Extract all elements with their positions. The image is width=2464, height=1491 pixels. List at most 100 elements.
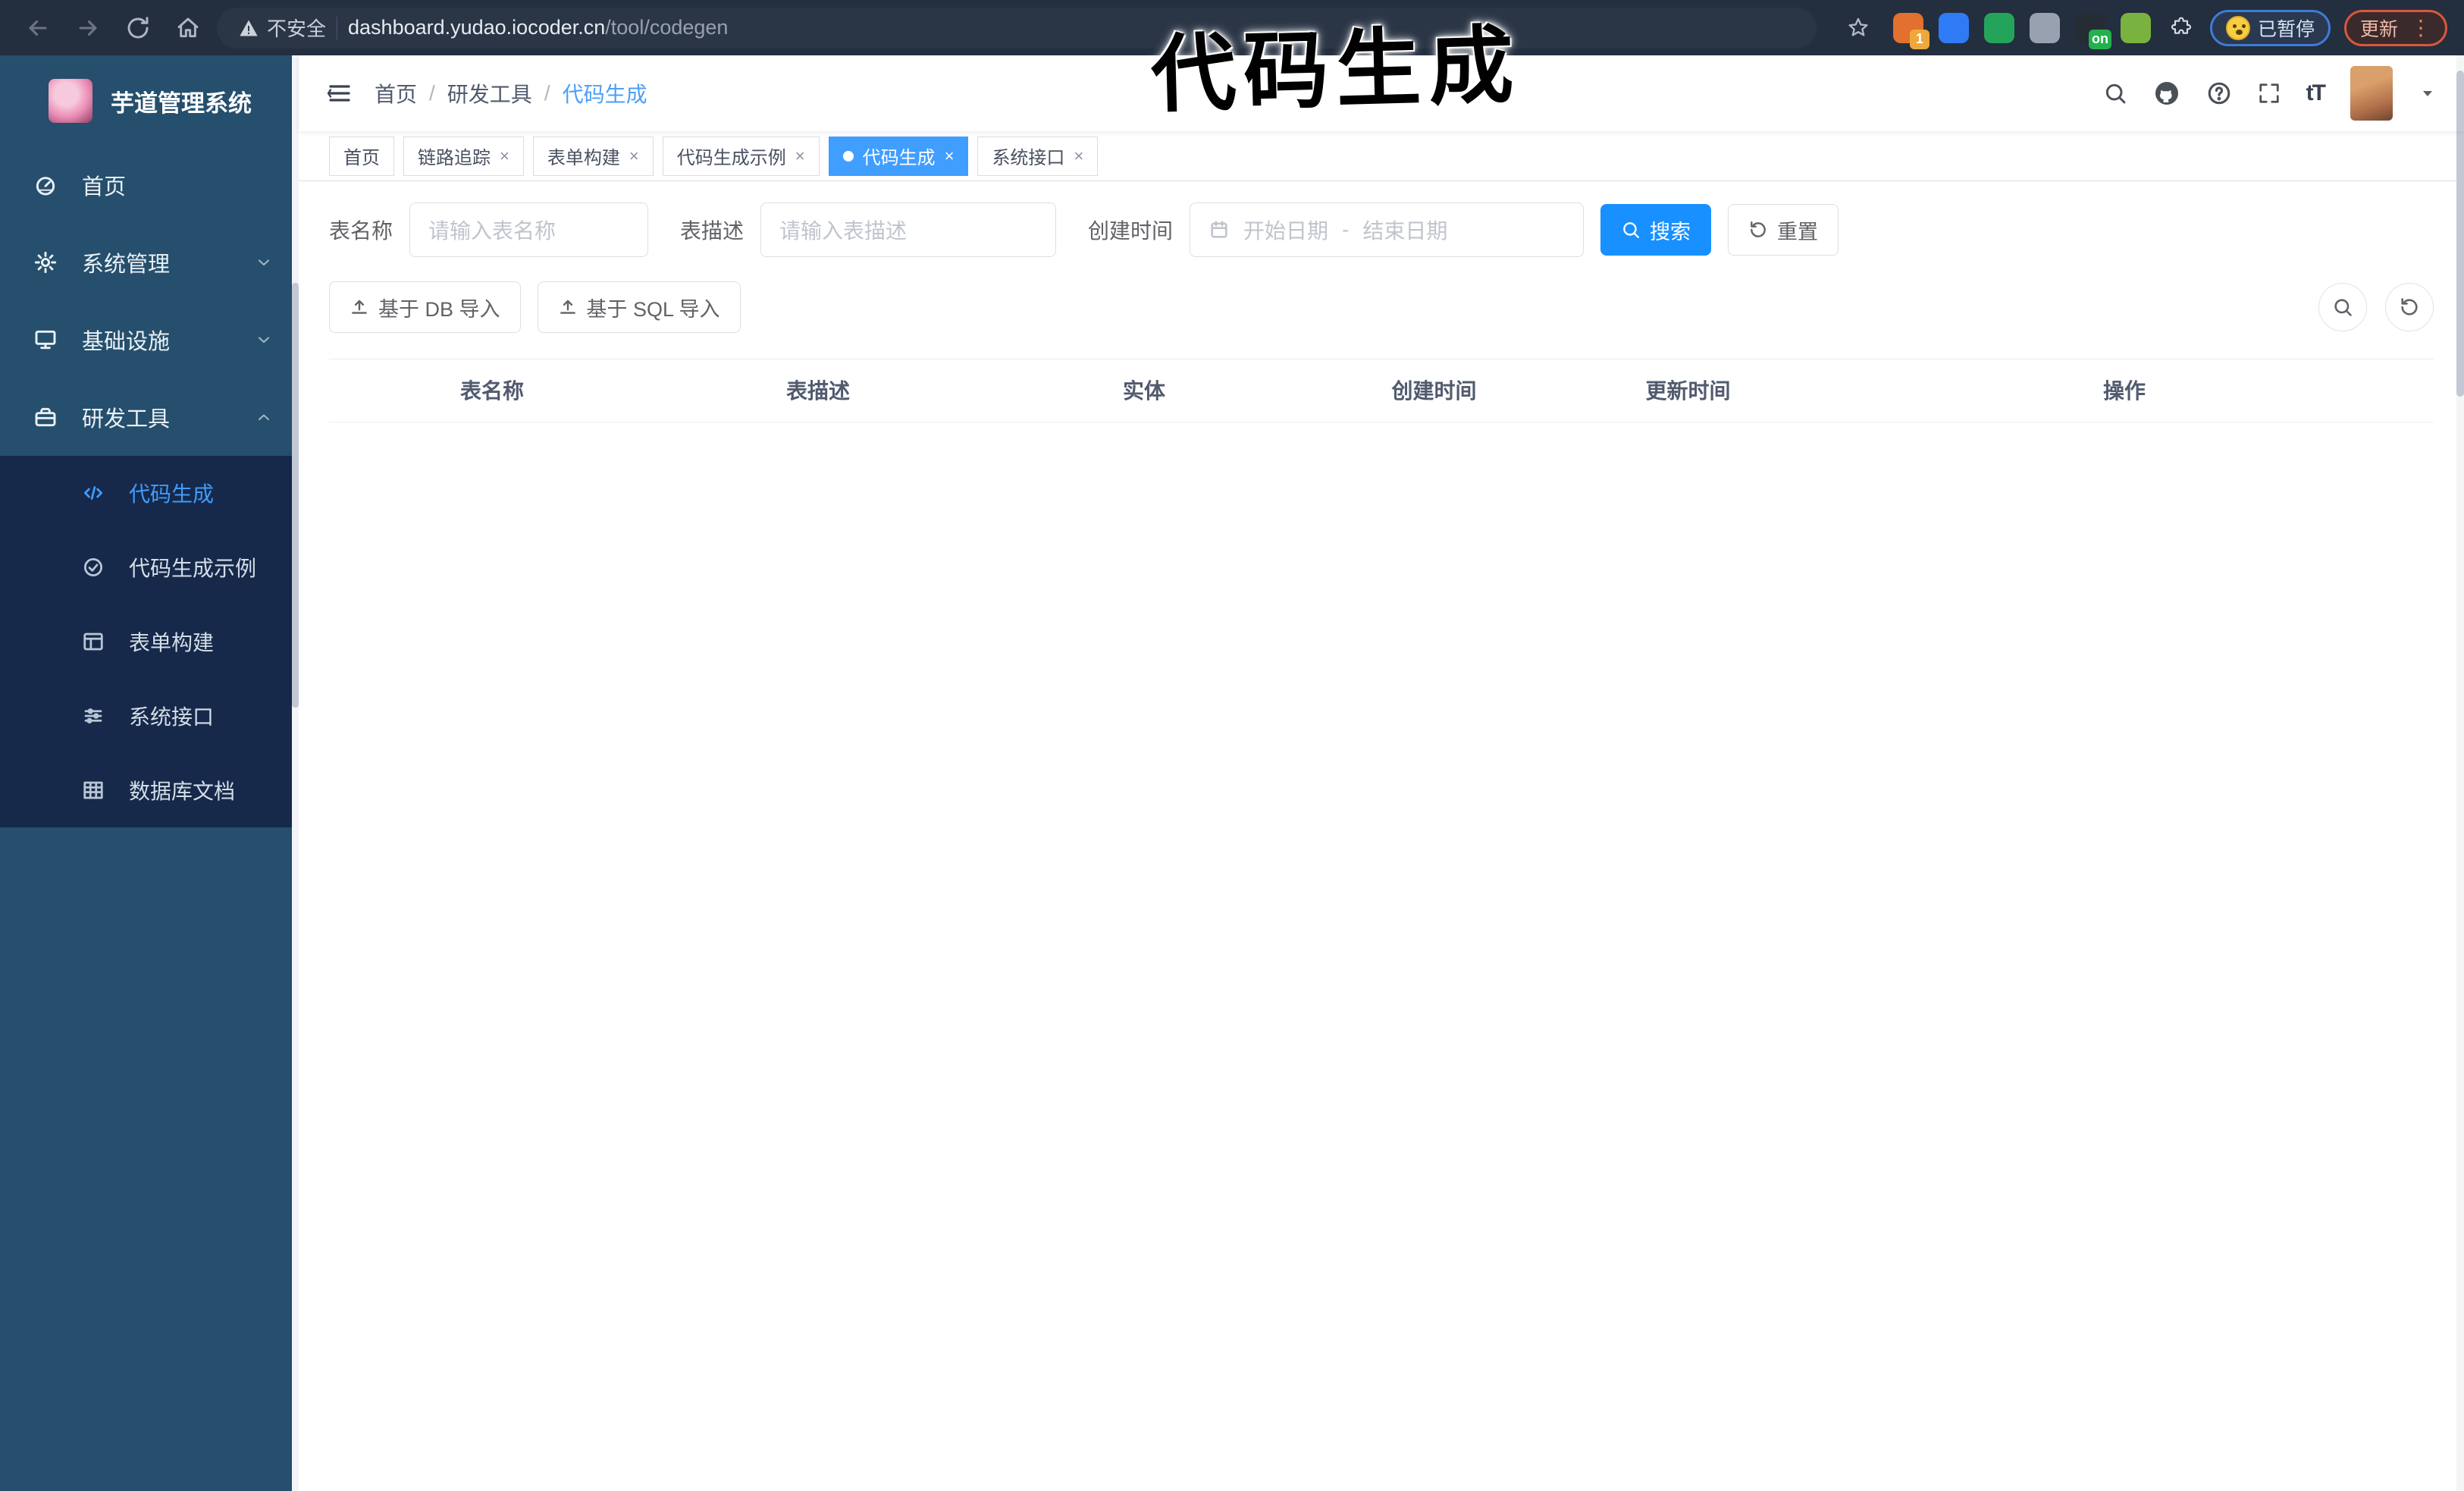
- tab-codegen-example[interactable]: 代码生成示例 ×: [662, 136, 820, 176]
- table-name-label: 表名称: [329, 219, 393, 243]
- search-icon[interactable]: [2103, 81, 2127, 105]
- tab-system-api[interactable]: 系统接口 ×: [977, 136, 1099, 176]
- fullscreen-icon[interactable]: [2258, 82, 2281, 105]
- breadcrumb-separator: /: [544, 81, 550, 105]
- column-header: 表描述: [655, 359, 981, 422]
- sidebar-item-infrastructure[interactable]: 基础设施: [0, 301, 299, 378]
- search-button-icon: [1621, 220, 1641, 240]
- close-tab-icon[interactable]: ×: [1074, 146, 1083, 166]
- extension-1-icon[interactable]: 1: [1892, 12, 1930, 49]
- extension-4-icon[interactable]: [2029, 12, 2060, 43]
- create-time-label: 创建时间: [1088, 219, 1174, 243]
- app-title: 芋道管理系统: [111, 89, 252, 117]
- warning-icon: [238, 17, 259, 39]
- close-tab-icon[interactable]: ×: [500, 146, 509, 166]
- tab-form-builder[interactable]: 表单构建 ×: [532, 136, 654, 176]
- tab-home[interactable]: 首页: [329, 136, 394, 176]
- help-icon[interactable]: [2206, 80, 2232, 106]
- date-range-picker[interactable]: 开始日期 - 结束日期: [1190, 202, 1585, 257]
- extension-2-icon[interactable]: [1938, 12, 1969, 43]
- breadcrumb: 首页 / 研发工具 / 代码生成: [375, 78, 647, 108]
- refresh-table-button[interactable]: [2385, 283, 2434, 331]
- breadcrumb-item[interactable]: 首页: [375, 78, 417, 108]
- tab-label: 代码生成示例: [676, 148, 786, 168]
- close-tab-icon[interactable]: ×: [945, 146, 955, 166]
- github-icon[interactable]: [2153, 80, 2180, 107]
- tab-label: 表单构建: [547, 148, 620, 168]
- reset-button[interactable]: 重置: [1728, 204, 1839, 256]
- app-logo-row[interactable]: 芋道管理系统: [0, 55, 299, 146]
- browser-forward-icon[interactable]: [67, 7, 109, 49]
- column-header: 实体: [981, 359, 1307, 422]
- close-tab-icon[interactable]: ×: [795, 146, 805, 166]
- sidebar-item-home[interactable]: 首页: [0, 146, 299, 224]
- sidebar-item-label: 研发工具: [82, 407, 171, 432]
- gear-icon: [33, 250, 58, 275]
- page-content: 表名称 请输入表名称 表描述 请输入表描述 创建时间 开始日期 - 结束日期 搜…: [299, 181, 2464, 1491]
- extension-7-icon[interactable]: [2166, 13, 2196, 43]
- sidebar-item-codegen[interactable]: 代码生成: [0, 456, 299, 530]
- tags-view-bar: 首页 链路追踪 × 表单构建 × 代码生成示例 × 代码生成 × 系统接口 ×: [299, 131, 2464, 181]
- sidebar-item-system-api[interactable]: 系统接口: [0, 679, 299, 753]
- upload-icon: [350, 297, 369, 317]
- end-date-placeholder: 结束日期: [1362, 219, 1448, 243]
- search-button[interactable]: 搜索: [1600, 204, 1712, 256]
- sidebar-item-dev-tools[interactable]: 研发工具: [0, 378, 299, 456]
- table-toolbar: 基于 DB 导入 基于 SQL 导入: [329, 281, 2434, 333]
- tab-tracer[interactable]: 链路追踪 ×: [403, 136, 524, 176]
- sidebar-item-label: 数据库文档: [129, 780, 236, 803]
- sidebar-item-form-builder[interactable]: 表单构建: [0, 604, 299, 679]
- chevron-up-icon: [255, 408, 273, 426]
- breadcrumb-item[interactable]: 研发工具: [447, 78, 532, 108]
- close-tab-icon[interactable]: ×: [629, 146, 639, 166]
- extension-3-icon[interactable]: [1983, 12, 2014, 43]
- table-desc-label: 表描述: [680, 219, 745, 243]
- bookmark-star-icon[interactable]: [1837, 7, 1879, 49]
- kebab-menu-icon[interactable]: ⋮: [2410, 17, 2431, 39]
- calendar-icon: [1208, 219, 1230, 240]
- range-separator: -: [1342, 218, 1350, 241]
- page-scrollbar[interactable]: [2456, 55, 2464, 1491]
- table-name-input[interactable]: 请输入表名称: [409, 202, 649, 257]
- browser-home-icon[interactable]: [167, 7, 209, 49]
- sidebar-scrollbar[interactable]: [292, 55, 299, 1491]
- emoji-face-icon: [2225, 15, 2250, 40]
- security-warning[interactable]: 不安全: [238, 14, 326, 42]
- page-url[interactable]: dashboard.yudao.iocoder.cn/tool/codegen: [348, 16, 728, 39]
- dev-tools-submenu: 代码生成代码生成示例表单构建 系统接口数据库文档: [0, 456, 299, 827]
- chevron-down-icon[interactable]: [2419, 84, 2437, 102]
- dashboard-icon: [33, 173, 58, 197]
- breadcrumb-item: 代码生成: [562, 83, 647, 106]
- address-bar[interactable]: 不安全 dashboard.yudao.iocoder.cn/tool/code…: [217, 7, 1817, 49]
- handwritten-annotation: 代码生成: [1149, 17, 1522, 123]
- sidebar-item-label: 系统管理: [82, 253, 171, 277]
- extension-5-icon[interactable]: on: [2074, 12, 2111, 49]
- font-size-icon[interactable]: tT: [2306, 80, 2326, 106]
- browser-back-icon[interactable]: [17, 7, 59, 49]
- sidebar: 芋道管理系统 首页系统管理基础设施研发工具代码生成代码生成示例表单构建 系统接口数…: [0, 55, 299, 1491]
- toggle-search-button[interactable]: [2318, 283, 2367, 331]
- tab-codegen[interactable]: 代码生成 ×: [828, 136, 969, 176]
- import-sql-button[interactable]: 基于 SQL 导入: [537, 281, 741, 333]
- form-icon: [82, 630, 105, 653]
- column-header: 表名称: [329, 359, 655, 422]
- update-label: 更新: [2359, 18, 2398, 40]
- sidebar-item-label: 代码生成示例: [129, 557, 257, 580]
- sidebar-item-db-doc[interactable]: 数据库文档: [0, 753, 299, 827]
- column-header: 更新时间: [1561, 359, 1815, 422]
- extension-badge: 1: [1909, 29, 1930, 49]
- profile-paused-chip[interactable]: 已暂停: [2209, 9, 2331, 46]
- monitor-icon: [33, 328, 58, 352]
- chrome-update-chip[interactable]: 更新 ⋮: [2343, 9, 2447, 46]
- hamburger-icon[interactable]: [326, 80, 353, 107]
- extension-6-icon[interactable]: [2120, 12, 2151, 43]
- active-tab-dot: [842, 150, 854, 162]
- puzzle-icon: [2169, 16, 2193, 40]
- browser-reload-icon[interactable]: [117, 7, 159, 49]
- avatar[interactable]: [2350, 66, 2393, 121]
- import-db-button[interactable]: 基于 DB 导入: [329, 281, 521, 333]
- table-desc-input[interactable]: 请输入表描述: [760, 202, 1057, 257]
- sidebar-item-system-management[interactable]: 系统管理: [0, 224, 299, 301]
- codegen-table: 表名称 表描述 实体 创建时间 更新时间 操作: [329, 359, 2434, 422]
- sidebar-item-codegen-example[interactable]: 代码生成示例: [0, 530, 299, 604]
